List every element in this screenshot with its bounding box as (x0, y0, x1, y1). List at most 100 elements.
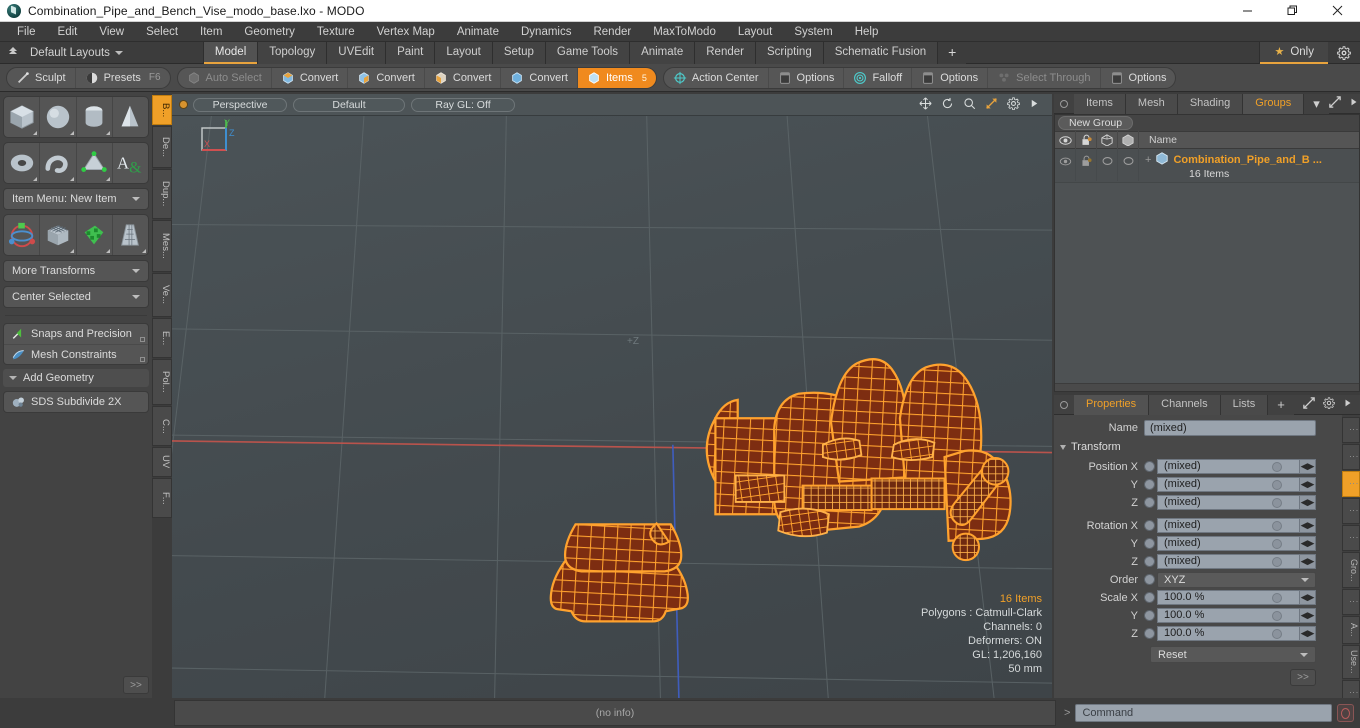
add-layout-tab-button[interactable]: + (938, 41, 967, 64)
mesh-constraints-button[interactable]: Mesh Constraints (4, 344, 148, 364)
text-primitive-button[interactable]: A & (113, 143, 148, 183)
viewport-raygl-button[interactable]: Ray GL: Off (411, 97, 515, 112)
rotation-z-input[interactable]: (mixed) (1157, 554, 1300, 569)
prism-primitive-button[interactable] (77, 143, 113, 183)
scale-y-radio[interactable] (1144, 610, 1155, 621)
convert-polygon-button[interactable]: Convert (425, 67, 502, 88)
menu-item-layout[interactable]: Layout (727, 22, 784, 42)
convert-edge-button[interactable]: Convert (348, 67, 425, 88)
vtab-fur[interactable]: F... (152, 478, 172, 518)
center-selected-dropdown[interactable]: Center Selected (3, 286, 149, 308)
maximize-button[interactable] (1270, 0, 1315, 22)
scale-x-input[interactable]: 100.0 % (1157, 590, 1300, 605)
scale-z-stepper[interactable]: ◀▶ (1300, 626, 1316, 641)
position-y-input[interactable]: (mixed) (1157, 477, 1300, 492)
transform-section-header[interactable]: Transform (1054, 439, 1342, 455)
viewport-gear-icon[interactable] (1007, 96, 1020, 113)
fit-view-icon[interactable] (985, 97, 998, 113)
menu-item-texture[interactable]: Texture (306, 22, 366, 42)
panel-menu-dot-icon[interactable] (1060, 400, 1068, 409)
tab-groups[interactable]: Groups (1243, 93, 1305, 114)
menu-item-dynamics[interactable]: Dynamics (510, 22, 582, 42)
pside-tab-groups[interactable]: Gro... (1342, 552, 1360, 588)
menu-item-maxtomodo[interactable]: MaxToModo (642, 22, 727, 42)
row-wireframe-toggle[interactable] (1097, 149, 1118, 181)
vtab-duplicate[interactable]: Dup... (152, 169, 172, 219)
presets-button[interactable]: Presets F6 (76, 68, 170, 88)
menu-item-file[interactable]: File (6, 22, 47, 42)
viewport-menu-dot-icon[interactable] (180, 101, 187, 108)
expand-panel-icon[interactable] (1303, 397, 1315, 412)
item-menu-dropdown[interactable]: Item Menu: New Item (3, 188, 149, 210)
tab-layout[interactable]: Layout (435, 41, 493, 64)
position-y-stepper[interactable]: ◀▶ (1300, 477, 1316, 492)
menu-item-animate[interactable]: Animate (446, 22, 510, 42)
viewport-3d[interactable]: +Z X Y Z 16 Items Polygons: Catmull-Cla… (172, 116, 1052, 698)
tab-mesh[interactable]: Mesh ... (1125, 93, 1178, 128)
tab-setup[interactable]: Setup (492, 41, 546, 64)
menu-item-select[interactable]: Select (135, 22, 189, 42)
tab-model[interactable]: Model (202, 41, 259, 64)
tab-schematic-fusion[interactable]: Schematic Fusion (823, 41, 939, 64)
rotation-y-input[interactable]: (mixed) (1157, 536, 1300, 551)
scale-x-knob-icon[interactable] (1272, 593, 1282, 603)
torus-primitive-button[interactable] (4, 143, 41, 183)
menu-item-system[interactable]: System (783, 22, 843, 42)
add-properties-tab-button[interactable]: + (1268, 394, 1294, 415)
vtab-mesh-edit[interactable]: Mes... (152, 220, 172, 272)
grid-mesh-button[interactable] (40, 215, 77, 255)
order-radio[interactable] (1144, 574, 1155, 585)
rotation-x-input[interactable]: (mixed) (1157, 518, 1300, 533)
pside-tab-a[interactable]: A... (1342, 616, 1360, 644)
tube-primitive-button[interactable] (40, 143, 77, 183)
zoom-view-icon[interactable] (963, 97, 976, 113)
convert-material-button[interactable]: Convert (501, 67, 578, 88)
falloff-button[interactable]: Falloff (844, 67, 913, 88)
pside-tab-use[interactable]: Use... (1342, 645, 1360, 679)
position-x-stepper[interactable]: ◀▶ (1300, 459, 1316, 474)
properties-more-icon[interactable] (1343, 398, 1353, 411)
tab-topology[interactable]: Topology (258, 41, 328, 64)
scale-y-knob-icon[interactable] (1272, 611, 1282, 621)
properties-gear-icon[interactable] (1323, 397, 1335, 412)
convert-vertex-button[interactable]: Convert (272, 67, 349, 88)
rotation-x-radio[interactable] (1144, 520, 1155, 531)
menu-item-vertex-map[interactable]: Vertex Map (366, 22, 446, 42)
settings-gear-button[interactable] (1328, 42, 1360, 64)
move-view-icon[interactable] (919, 96, 932, 113)
tab-shading[interactable]: Shading (1177, 93, 1244, 114)
position-y-knob-icon[interactable] (1272, 480, 1282, 490)
left-panel-expand-button[interactable]: >> (123, 676, 149, 694)
tab-game-tools[interactable]: Game Tools (545, 41, 631, 64)
minimize-button[interactable] (1225, 0, 1270, 22)
command-input[interactable]: Command (1075, 704, 1332, 722)
rotate-view-icon[interactable] (941, 97, 954, 113)
tab-lists[interactable]: Lists (1220, 394, 1269, 415)
table-row[interactable]: + Combination_Pipe_and_B ... 16 Items (1055, 149, 1359, 183)
rotation-x-knob-icon[interactable] (1272, 521, 1282, 531)
position-z-input[interactable]: (mixed) (1157, 495, 1300, 510)
rotation-z-radio[interactable] (1144, 556, 1155, 567)
scale-z-knob-icon[interactable] (1272, 629, 1282, 639)
sds-subdivide-button[interactable]: SDS Subdivide 2X (4, 392, 148, 412)
rotation-z-knob-icon[interactable] (1272, 557, 1282, 567)
viewport-view-mode-button[interactable]: Perspective (193, 97, 287, 112)
row-shaded-toggle[interactable] (1118, 149, 1139, 181)
name-input[interactable]: (mixed) (1144, 419, 1316, 436)
groups-tabs-overflow-button[interactable]: ▾ (1304, 93, 1329, 114)
pside-tab-2[interactable]: ⋮ (1342, 444, 1360, 470)
vtab-polygon[interactable]: Pol... (152, 359, 172, 405)
vtab-deform[interactable]: De... (152, 126, 172, 168)
row-visibility-toggle[interactable] (1055, 149, 1076, 181)
add-geometry-section-header[interactable]: Add Geometry (3, 369, 149, 387)
tab-paint[interactable]: Paint (386, 41, 436, 64)
falloff-options-button[interactable]: Options (912, 67, 989, 88)
reset-dropdown[interactable]: Reset (1150, 646, 1316, 663)
action-center-button[interactable]: Action Center (664, 67, 769, 88)
items-mode-button[interactable]: Items 5 (577, 67, 656, 88)
pside-tab-1[interactable]: ⋮ (1342, 417, 1360, 443)
cylinder-primitive-button[interactable] (77, 97, 113, 137)
rotation-z-stepper[interactable]: ◀▶ (1300, 554, 1316, 569)
stop-command-button[interactable] (1337, 704, 1354, 722)
tree-toggle-icon[interactable] (4, 45, 22, 60)
